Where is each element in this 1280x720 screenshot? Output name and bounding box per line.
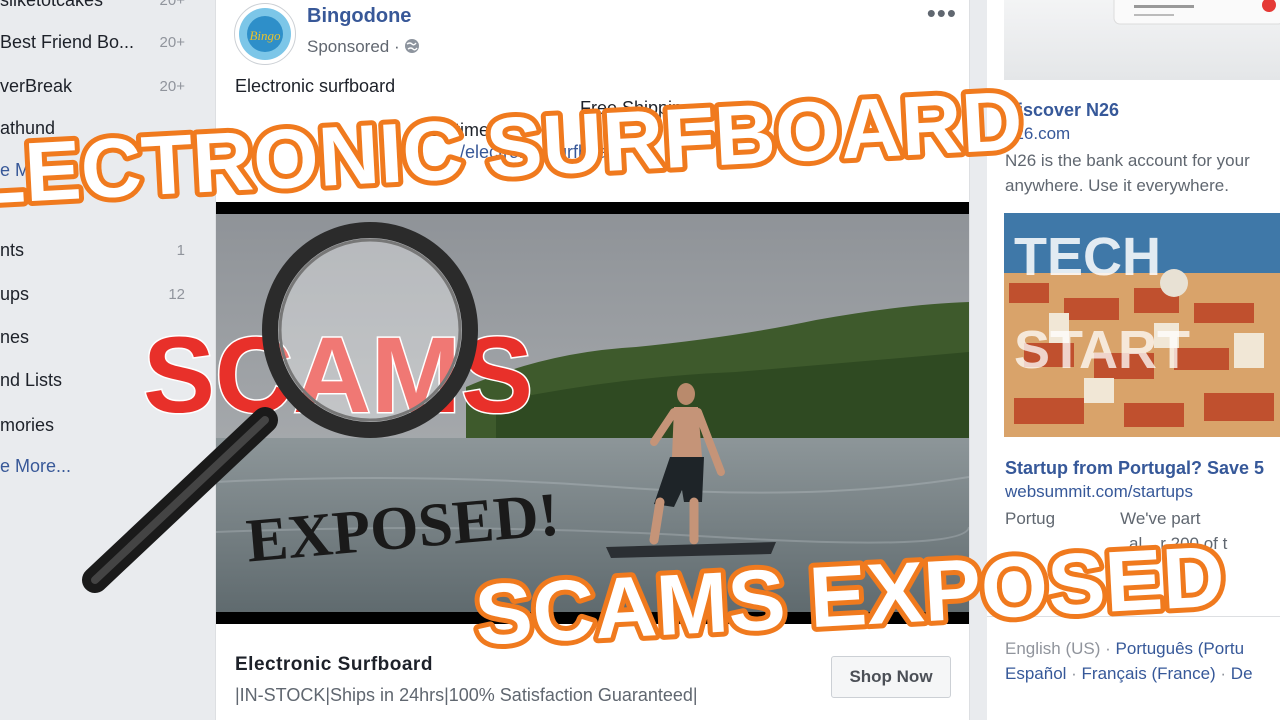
more-options-icon[interactable]: ••• <box>927 0 957 29</box>
current-language: English (US) <box>1005 639 1101 658</box>
sidebar-item[interactable]: nd Lists <box>0 370 195 391</box>
ad-description: al r 200 of t <box>1005 531 1280 556</box>
svg-text:Bingo: Bingo <box>249 28 281 43</box>
sponsored-text: Sponsored · <box>307 37 405 56</box>
sidebar-item-label: e More... <box>0 160 72 180</box>
n26-ad-image[interactable] <box>1004 0 1280 80</box>
left-sidebar: sliketotcakes 20+ Best Friend Bo... 20+ ve… <box>0 0 205 720</box>
sidebar-item-count: 1 <box>176 242 185 259</box>
sidebar-item-label: verBreak <box>0 76 73 96</box>
sidebar-item[interactable]: nes <box>0 327 195 348</box>
sidebar-item-label: nts <box>0 240 25 260</box>
sidebar-item-count: 20+ <box>159 0 185 9</box>
post-link[interactable]: /electronic-surfboard <box>235 141 955 163</box>
sidebar-item-label: e More... <box>0 456 72 476</box>
sidebar-item-label: sliketotcakes <box>0 0 104 10</box>
shop-now-button[interactable]: Shop Now <box>831 656 951 698</box>
ad-description: |IN-STOCK|Ships in 24hrs|100% Satisfacti… <box>235 685 698 705</box>
sidebar-item[interactable]: Best Friend Bo... 20+ <box>0 32 195 53</box>
ad-desc-fragment: We've part <box>1120 509 1201 528</box>
ad-url[interactable]: n26.com <box>1005 124 1070 144</box>
sidebar-item[interactable]: sliketotcakes 20+ <box>0 0 195 11</box>
sidebar-item-label: athund <box>0 118 56 138</box>
sidebar-item[interactable]: athund <box>0 118 195 139</box>
sidebar-item-label: ups <box>0 284 30 304</box>
language-link[interactable]: Português (Portu <box>1116 639 1245 658</box>
svg-text:TECH: TECH <box>1014 227 1161 287</box>
ad-url[interactable]: websummit.com/startups <box>1005 482 1193 502</box>
ad-desc-fragment: al <box>1129 534 1143 553</box>
card-image <box>1113 0 1280 25</box>
video-player[interactable] <box>216 202 969 624</box>
surfboard-video-frame <box>216 202 969 624</box>
ad-title[interactable]: Startup from Portugal? Save 5 <box>1005 458 1264 479</box>
ad-description: Portug We've part <box>1005 506 1280 531</box>
ad-headline[interactable]: Electronic Surfboard <box>235 654 433 676</box>
language-row: Español · Français (France) · De <box>1005 664 1253 683</box>
sidebar-item-count: 20+ <box>159 78 185 95</box>
ad-title[interactable]: Discover N26 <box>1005 100 1119 121</box>
sidebar-item[interactable]: verBreak 20+ <box>0 76 195 97</box>
globe-icon <box>405 39 420 53</box>
page-avatar[interactable]: Bingo <box>234 3 296 65</box>
sidebar-item-label: nes <box>0 327 30 347</box>
svg-text:START: START <box>1014 320 1190 380</box>
language-link[interactable]: Français (France) <box>1082 664 1216 683</box>
post-text-line: ED time <box>425 120 490 140</box>
sidebar-item[interactable]: mories <box>0 415 195 436</box>
post-body: Electronic surfboard Free Shippin ED tim… <box>235 75 955 163</box>
sidebar-see-more-link[interactable]: e More... <box>0 160 195 181</box>
page-name-link[interactable]: Bingodone <box>307 5 411 28</box>
post-text-line: Free Shippin <box>580 98 683 118</box>
sidebar-item[interactable]: ups 12 <box>0 284 195 305</box>
sidebar-see-more-link[interactable]: e More... <box>0 456 195 477</box>
language-link[interactable]: De <box>1231 664 1253 683</box>
city-image: TECH START <box>1004 213 1280 437</box>
ad-desc-fragment: Portug <box>1005 509 1056 528</box>
websummit-ad-image[interactable]: TECH START <box>1004 213 1280 437</box>
post-text-line: Electronic surfboard <box>235 76 396 96</box>
right-column: Discover N26 n26.com N26 is the bank acc… <box>987 0 1280 720</box>
sponsored-post: Bingo Bingodone Sponsored · ••• Electron… <box>215 0 970 720</box>
sidebar-item-count: 12 <box>168 286 185 303</box>
sidebar-item-label: nd Lists <box>0 370 63 390</box>
sidebar-item[interactable]: nts 1 <box>0 240 195 261</box>
ad-desc-fragment: r 200 of t <box>1160 534 1228 553</box>
bingo-logo-icon: Bingo <box>239 8 291 60</box>
ad-description: N26 is the bank account for your anywher… <box>1005 151 1250 195</box>
language-row: English (US) · Português (Portu <box>1005 639 1245 658</box>
language-selector: English (US) · Português (Portu Español … <box>987 616 1280 705</box>
sponsored-label: Sponsored · <box>307 37 420 57</box>
sidebar-item-count: 20+ <box>159 34 185 51</box>
language-link[interactable]: Español <box>1005 664 1066 683</box>
sidebar-item-label: mories <box>0 415 55 435</box>
sidebar-item-label: Best Friend Bo... <box>0 32 135 52</box>
